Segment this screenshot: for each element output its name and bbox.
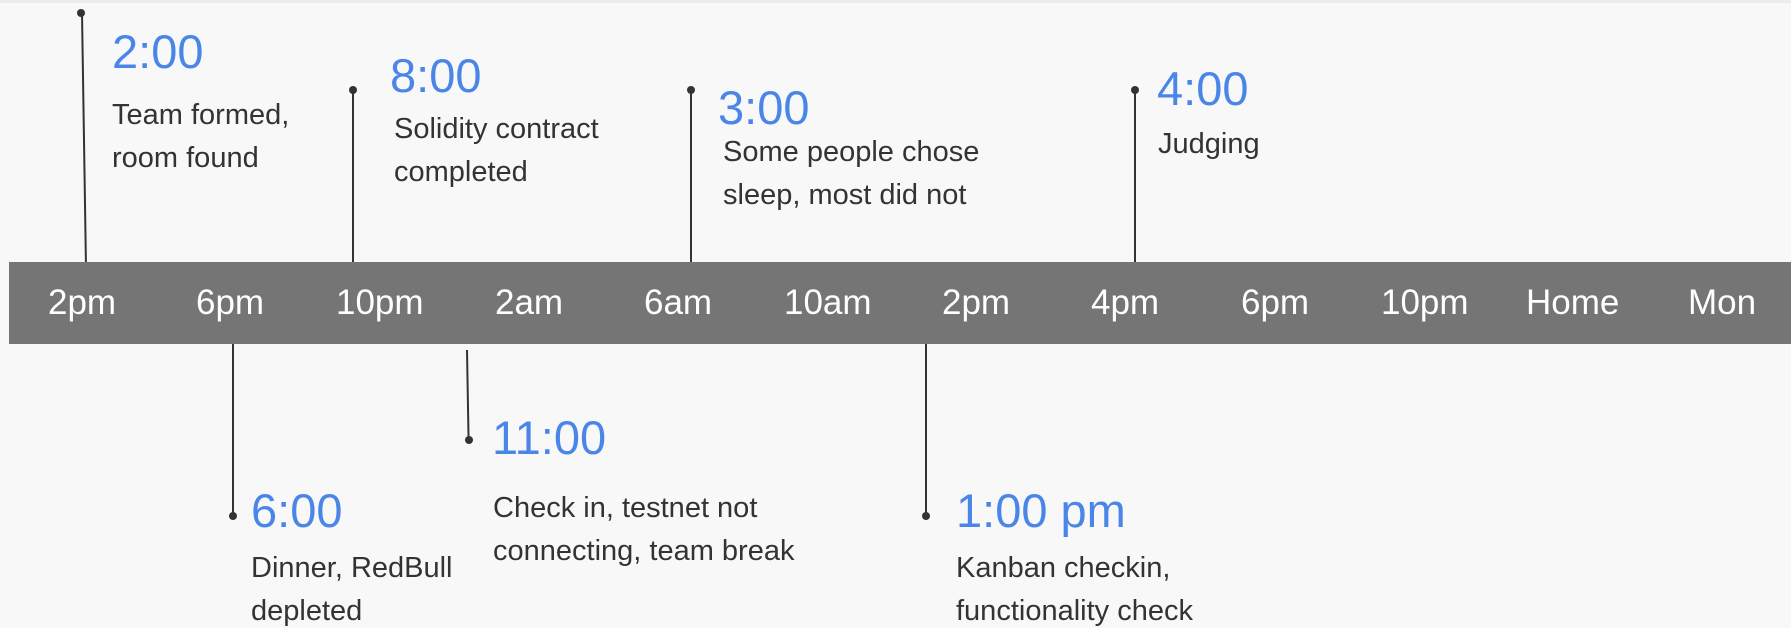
event-marker-dot (349, 86, 357, 94)
event-description-line: depleted (251, 595, 363, 627)
tick-label-6am: 6am (644, 283, 713, 322)
event-description-line: connecting, team break (493, 535, 795, 567)
tick-label-10am: 10am (784, 283, 872, 322)
event-connector (1134, 90, 1136, 262)
event-connector (232, 344, 234, 516)
tick-label-4pm: 4pm (1091, 283, 1160, 322)
event-description-line: completed (394, 156, 528, 188)
event-description-line: sleep, most did not (723, 179, 967, 211)
event-connector (466, 349, 470, 441)
event-marker-dot (922, 512, 930, 520)
tick-label-2pm: 2pm (48, 283, 117, 322)
event-connector (690, 90, 692, 262)
top-edge-shadow (0, 0, 1791, 3)
event-time: 1:00 pm (956, 484, 1126, 537)
event-description-line: Solidity contract (394, 113, 599, 145)
event-description-line: room found (112, 142, 259, 174)
tick-label-2am: 2am (495, 283, 564, 322)
tick-label-6pm-2: 6pm (1241, 283, 1310, 322)
event-marker-dot (77, 9, 85, 17)
event-connector (925, 344, 927, 516)
event-time: 11:00 (492, 411, 607, 464)
event-connector (352, 90, 354, 262)
event-description-line: Some people chose (723, 136, 980, 168)
event-time: 4:00 (1157, 62, 1249, 115)
event-time: 2:00 (112, 25, 204, 78)
timeline-bar (9, 262, 1791, 344)
tick-label-home: Home (1526, 283, 1620, 322)
event-time: 8:00 (390, 49, 482, 102)
timeline-slide: 2pm 6pm 10pm 2am 6am 10am 2pm 4pm 6pm 10… (0, 0, 1791, 628)
tick-label-10pm-2: 10pm (1381, 283, 1469, 322)
event-time: 3:00 (718, 81, 810, 134)
tick-label-10pm: 10pm (336, 283, 424, 322)
event-marker-dot (229, 512, 237, 520)
event-description-line: Team formed, (112, 99, 290, 131)
event-marker-dot (465, 436, 473, 444)
event-description-line: Judging (1158, 128, 1260, 160)
event-description-line: Dinner, RedBull (251, 552, 453, 584)
tick-label-6pm: 6pm (196, 283, 265, 322)
tick-label-mon: Mon (1688, 283, 1757, 322)
event-time: 6:00 (251, 484, 343, 537)
event-marker-dot (1131, 86, 1139, 94)
event-description-line: Check in, testnet not (493, 492, 758, 524)
event-connector (81, 12, 87, 262)
event-marker-dot (687, 86, 695, 94)
event-description-line: Kanban checkin, (956, 552, 1171, 584)
event-description-line: functionality check (956, 595, 1193, 627)
tick-label-2pm-2: 2pm (942, 283, 1011, 322)
